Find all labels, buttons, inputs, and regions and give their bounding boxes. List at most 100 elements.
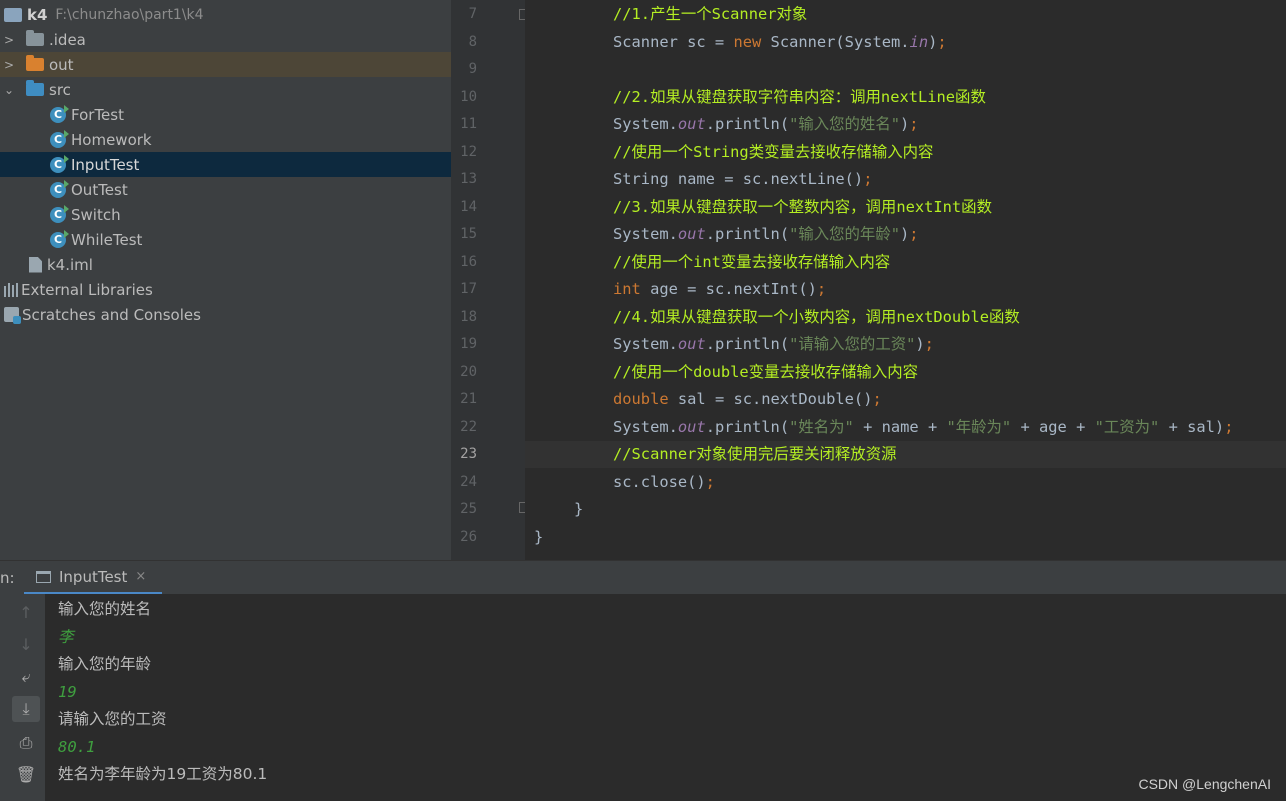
tree-item-label: OutTest (71, 180, 128, 199)
chevron-right-icon[interactable]: > (2, 58, 16, 72)
excluded-folder-icon (26, 55, 44, 71)
line-number: 20 (460, 364, 477, 380)
print-icon[interactable]: ⎙ (12, 730, 40, 756)
java-class-icon: C (50, 179, 69, 198)
tree-item-label: External Libraries (21, 280, 153, 299)
tree-item-outtest[interactable]: C OutTest (0, 177, 451, 202)
line-number: 19 (460, 336, 477, 352)
java-class-icon: C (50, 204, 69, 223)
tree-item-fortest[interactable]: C ForTest (0, 102, 451, 127)
tree-root-k4[interactable]: k4 F:\chunzhao\part1\k4 (0, 2, 451, 27)
arrow-up-icon[interactable]: ↑ (12, 600, 40, 626)
code-line-7: //1.产生一个Scanner对象 (613, 5, 808, 23)
code-line-17: int age = sc.nextInt(); (613, 280, 827, 298)
console-line: 输入您的姓名 (58, 600, 152, 618)
console-line: 姓名为李年龄为19工资为80.1 (58, 765, 268, 783)
code-line-15: System.out.println("输入您的年龄"); (613, 225, 919, 243)
arrow-down-icon[interactable]: ↓ (12, 632, 40, 658)
chevron-down-icon[interactable]: ⌄ (2, 83, 16, 97)
tree-item-label: k4.iml (47, 255, 93, 274)
code-line-24: sc.close(); (613, 473, 715, 491)
run-label: n: (0, 569, 15, 587)
tree-item-label: Homework (71, 130, 152, 149)
module-file-icon (29, 256, 42, 273)
folder-icon (26, 30, 44, 46)
run-toolbar: ↑ ↓ ⤶ ⤓ ⎙ 🗑 (0, 594, 45, 801)
tree-item-external-libraries[interactable]: External Libraries (0, 277, 451, 302)
run-panel-header: n: InputTest × (0, 560, 1286, 595)
line-number: 21 (460, 391, 477, 407)
tree-item-scratches[interactable]: Scratches and Consoles (0, 302, 451, 327)
java-class-icon: C (50, 229, 69, 248)
line-number: 9 (468, 61, 477, 77)
line-number: 11 (460, 116, 477, 132)
tree-item-label: WhileTest (71, 230, 143, 249)
console-icon (36, 570, 51, 583)
tree-item-whiletest[interactable]: C WhileTest (0, 227, 451, 252)
line-number: 17 (460, 281, 477, 297)
library-icon (4, 282, 18, 297)
line-number-current: 23 (460, 446, 477, 462)
watermark: CSDN @LengchenAI (1138, 776, 1271, 792)
java-class-icon: C (50, 154, 69, 173)
code-line-25: } (574, 500, 584, 518)
line-number: 14 (460, 199, 477, 215)
tree-item-out[interactable]: > out (0, 52, 451, 77)
code-line-13: String name = sc.nextLine(); (613, 170, 873, 188)
close-icon[interactable]: × (135, 569, 146, 584)
root-path: F:\chunzhao\part1\k4 (55, 6, 204, 23)
java-class-icon: C (50, 129, 69, 148)
tree-item-label: .idea (49, 30, 86, 49)
line-number: 10 (460, 89, 477, 105)
chevron-right-icon[interactable]: > (2, 33, 16, 47)
code-line-20: //使用一个double变量去接收存储输入内容 (613, 363, 918, 381)
code-line-21: double sal = sc.nextDouble(); (613, 390, 882, 408)
code-line-8: Scanner sc = new Scanner(System.in); (613, 33, 947, 51)
scroll-to-end-icon[interactable]: ⤓ (12, 696, 40, 722)
code-line-12: //使用一个String类变量去接收存储输入内容 (613, 143, 934, 161)
root-name: k4 (27, 5, 48, 24)
line-number: 26 (460, 529, 477, 545)
tree-item-src[interactable]: ⌄ src (0, 77, 451, 102)
java-class-icon: C (50, 104, 69, 123)
code-line-22: System.out.println("姓名为" + name + "年龄为" … (613, 418, 1234, 436)
code-editor[interactable]: //1.产生一个Scanner对象 Scanner sc = new Scann… (525, 0, 1286, 560)
project-panel: k4 F:\chunzhao\part1\k4 > .idea > out ⌄ … (0, 0, 451, 560)
code-line-10: //2.如果从键盘获取字符串内容：调用nextLine函数 (613, 88, 986, 106)
tree-item-idea[interactable]: > .idea (0, 27, 451, 52)
scratches-icon (4, 307, 21, 324)
line-number: 13 (460, 171, 477, 187)
tree-item-label: out (49, 55, 74, 74)
console-input-line: 80.1 (58, 738, 96, 756)
soft-wrap-icon[interactable]: ⤶ (12, 664, 40, 690)
console-line: 请输入您的工资 (58, 710, 167, 728)
tree-item-label: Scratches and Consoles (22, 305, 201, 324)
line-number: 18 (460, 309, 477, 325)
tree-item-inputtest[interactable]: C InputTest (0, 152, 451, 177)
tab-inputtest[interactable]: InputTest × (24, 561, 162, 595)
source-folder-icon (26, 80, 44, 96)
line-number: 8 (468, 34, 477, 50)
line-number: 16 (460, 254, 477, 270)
code-line-23-current: //Scanner对象使用完后要关闭释放资源 (525, 441, 1286, 468)
line-number: 25 (460, 501, 477, 517)
tree-item-k4-iml[interactable]: k4.iml (0, 252, 451, 277)
tree-item-label: InputTest (71, 155, 140, 174)
tree-item-switch[interactable]: C Switch (0, 202, 451, 227)
code-line-14: //3.如果从键盘获取一个整数内容，调用nextInt函数 (613, 198, 992, 216)
trash-icon[interactable]: 🗑 (12, 762, 40, 788)
console-input-line: 19 (58, 683, 77, 701)
tree-item-label: src (49, 80, 71, 99)
line-number-gutter: 7 8 9 10 11 12 13 14 15 16 17 18 19 20 2… (451, 0, 530, 560)
line-number: 12 (460, 144, 477, 160)
line-number: 22 (460, 419, 477, 435)
tree-item-homework[interactable]: C Homework (0, 127, 451, 152)
console-input-line: 李 (58, 628, 74, 646)
tree-item-label: ForTest (71, 105, 124, 124)
module-folder-icon (4, 7, 22, 22)
console-output[interactable]: 输入您的姓名 李 输入您的年龄 19 请输入您的工资 80.1 姓名为李年龄为1… (45, 594, 1286, 801)
code-line-11: System.out.println("输入您的姓名"); (613, 115, 919, 133)
line-number: 24 (460, 474, 477, 490)
console-line: 输入您的年龄 (58, 655, 152, 673)
code-line-16: //使用一个int变量去接收存储输入内容 (613, 253, 891, 271)
